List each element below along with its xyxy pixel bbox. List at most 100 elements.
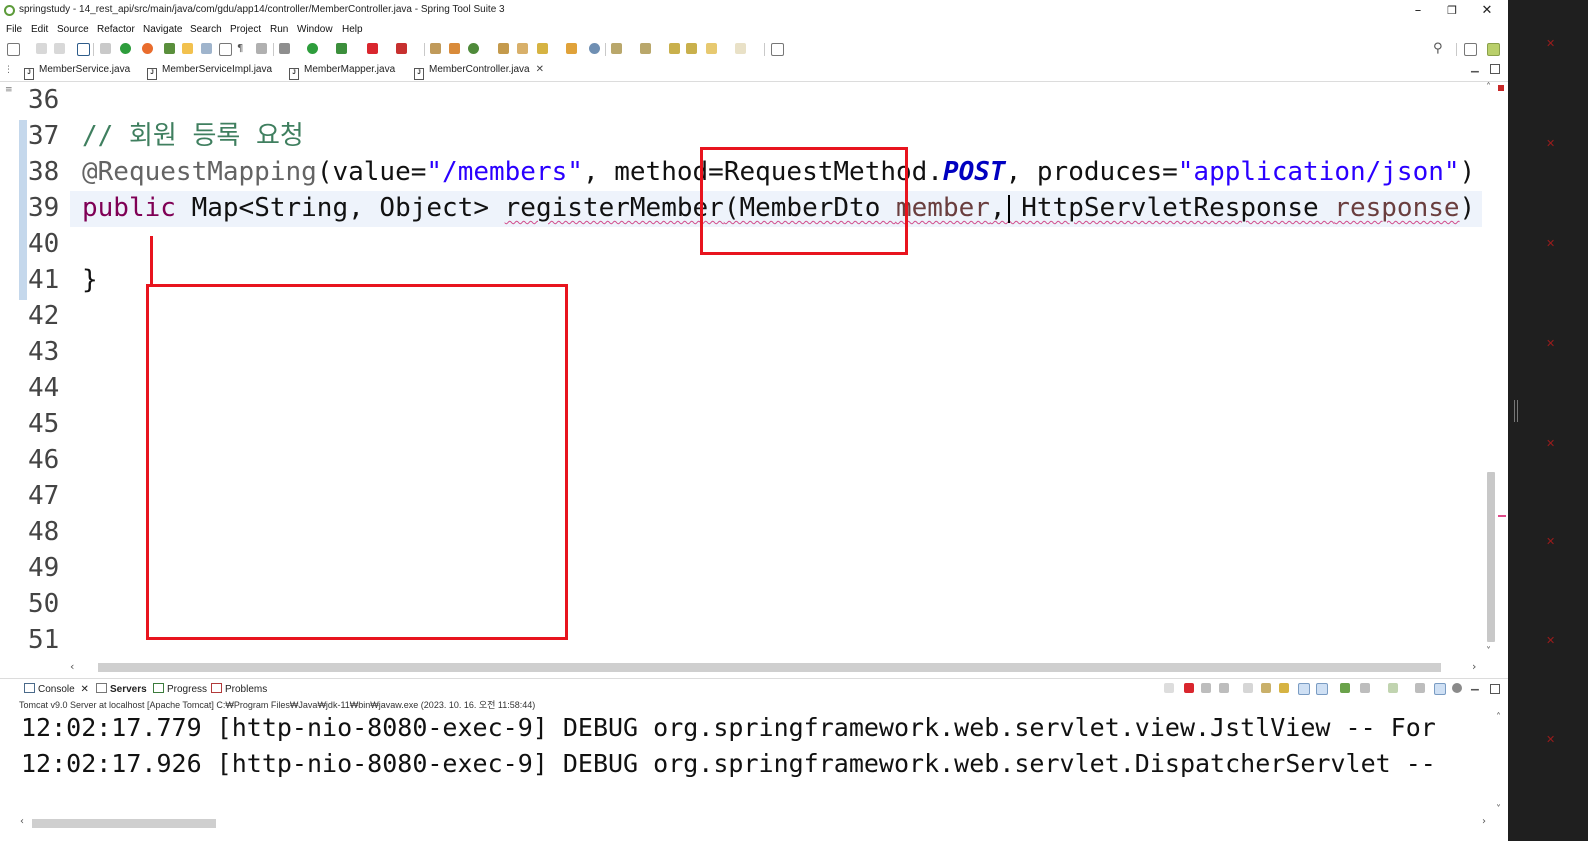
tab-servers[interactable]: Servers [96,683,147,695]
java-ee-perspective-icon[interactable] [1487,43,1500,56]
show-on-stderr-icon[interactable] [1316,683,1328,695]
new-package-icon[interactable] [449,43,460,54]
tab-membermapper[interactable]: J MemberMapper.java [289,64,395,80]
open-console-icon[interactable] [1340,683,1350,693]
splitter-handle[interactable] [1514,400,1518,422]
new-java-project-icon[interactable] [430,43,441,54]
menu-run[interactable]: Run [270,24,288,35]
skip-breakpoints-icon[interactable] [100,43,111,54]
new-console-view-icon[interactable] [1388,683,1398,693]
last-edit-location-icon[interactable] [669,43,680,54]
scroll-left-icon[interactable]: ‹ [20,816,24,827]
close-tab-icon[interactable]: ✕ [536,64,544,75]
menu-refactor[interactable]: Refactor [97,24,135,35]
menu-navigate[interactable]: Navigate [143,24,182,35]
show-on-stdout-icon[interactable] [1298,683,1310,695]
save-all-icon[interactable] [54,43,65,54]
pilcrow-icon[interactable]: ¶ [237,43,248,54]
new-file-icon[interactable] [7,43,20,56]
scroll-thumb[interactable] [1487,472,1495,642]
display-selected-console-icon[interactable] [1360,683,1370,693]
editor-horizontal-scrollbar[interactable]: ‹ › [66,660,1484,674]
minimize-editor-button[interactable]: ▁ [1471,62,1479,73]
forward-arrow-icon[interactable] [735,43,746,54]
tab-progress[interactable]: Progress [153,683,207,695]
stop-icon[interactable] [367,43,378,54]
close-tab-icon[interactable]: ✕ [80,684,88,695]
maximize-panel-button[interactable] [1490,684,1500,694]
globe-icon[interactable] [589,43,600,54]
scroll-up-icon[interactable]: ˄ [1486,82,1491,93]
word-wrap-icon[interactable] [256,43,267,54]
toggle-mark-occurrences-icon[interactable] [182,43,193,54]
code-editor[interactable]: ≡ 36 37 // 회원 등록 요청 38 @RequestMapping(val… [0,82,1508,660]
tab-label: Console [38,684,75,695]
back-arrow-icon[interactable] [706,43,717,54]
scroll-right-icon[interactable]: › [1472,660,1476,673]
menu-edit[interactable]: Edit [31,24,48,35]
line-number: 37 [28,121,60,151]
save-icon[interactable] [36,43,47,54]
open-perspective-icon[interactable] [1464,43,1477,56]
toggle-block-selection-icon[interactable] [201,43,212,54]
gear-icon[interactable] [1452,683,1462,693]
menu-project[interactable]: Project [230,24,261,35]
run-last-tool-icon[interactable] [336,43,347,54]
spring-boot-dashboard-icon[interactable] [120,43,131,54]
search-icon[interactable]: ⚲ [1433,42,1444,55]
pin-editor-icon[interactable] [771,43,784,56]
remove-launch-icon[interactable] [1201,683,1211,693]
menu-help[interactable]: Help [342,24,363,35]
debug-icon[interactable] [279,43,290,54]
editor-vertical-scrollbar[interactable]: ˄ ˅ [1484,82,1498,660]
forward-history-icon[interactable] [686,43,697,54]
menu-window[interactable]: Window [297,24,333,35]
terminate-icon[interactable] [1184,683,1194,693]
minimize-panel-button[interactable]: ▁ [1471,680,1479,691]
next-annotation-icon[interactable] [611,43,622,54]
menu-file[interactable]: File [6,24,22,35]
console-horizontal-scrollbar[interactable]: ‹ › [20,816,1486,830]
open-task-icon[interactable] [517,43,528,54]
tab-problems[interactable]: Problems [211,683,267,695]
minimized-view-icon[interactable]: ⋮ [4,65,13,75]
tab-memberservice[interactable]: J MemberService.java [24,64,130,80]
clear-console-icon[interactable] [1243,683,1253,693]
scroll-down-icon[interactable]: ˅ [1486,646,1491,657]
previous-annotation-icon[interactable] [640,43,651,54]
menu-source[interactable]: Source [57,24,89,35]
scroll-right-icon[interactable]: › [1482,816,1486,827]
show-whitespace-icon[interactable] [219,43,232,56]
remove-all-terminated-icon[interactable] [1219,683,1229,693]
tab-label: MemberService.java [39,64,131,75]
tab-memberserviceimpl[interactable]: J MemberServiceImpl.java [147,64,272,80]
run-icon[interactable] [307,43,318,54]
pin-console-icon[interactable] [1164,683,1174,693]
search-toolbar-icon[interactable] [537,43,548,54]
close-button[interactable]: ✕ [1472,2,1502,20]
spring-icon[interactable] [142,43,153,54]
spring-console-icon[interactable] [1434,683,1446,695]
scroll-left-icon[interactable]: ‹ [70,660,74,673]
console-scroll-up-icon[interactable]: ˄ [1496,712,1501,723]
maximize-editor-button[interactable] [1490,64,1500,74]
coverage-icon[interactable] [396,43,407,54]
console-settings-icon[interactable] [1415,683,1425,693]
scroll-thumb[interactable] [32,819,216,828]
warning-overview-marker[interactable] [1498,515,1506,517]
open-type-icon[interactable] [498,43,509,54]
console-toggle-icon[interactable] [77,43,90,56]
menu-search[interactable]: Search [190,24,222,35]
minimize-button[interactable]: – [1403,2,1433,20]
error-overview-marker[interactable] [1498,85,1504,91]
scroll-thumb[interactable] [98,663,1441,672]
word-wrap-console-icon[interactable] [1279,683,1289,693]
console-scroll-down-icon[interactable]: ˅ [1496,804,1501,815]
scroll-lock-icon[interactable] [1261,683,1271,693]
tab-console[interactable]: Console ✕ [24,683,89,695]
tab-membercontroller[interactable]: J MemberController.java ✕ [414,64,544,80]
new-class-icon[interactable] [468,43,479,54]
restore-button[interactable]: ❐ [1437,2,1467,20]
spring-perspective-icon[interactable] [164,43,175,54]
open-folder-icon[interactable] [566,43,577,54]
